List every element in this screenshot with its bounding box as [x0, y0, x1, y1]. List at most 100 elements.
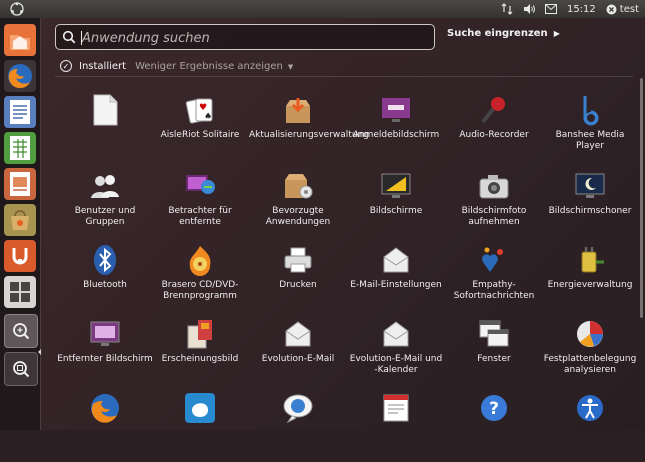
evolution-calendar-icon	[380, 318, 412, 350]
banshee-icon	[574, 94, 606, 126]
indicator-tray: 15:12 test	[501, 0, 639, 18]
launcher-writer[interactable]	[4, 96, 36, 128]
software-center-icon	[11, 210, 29, 230]
screensaver-icon	[574, 170, 606, 202]
brasero-icon	[184, 244, 216, 276]
app-label: Bildschirmfoto aufnehmen	[461, 206, 527, 227]
libreoffice-calc-icon	[10, 136, 30, 160]
preferred-apps-icon	[282, 170, 314, 202]
svg-text:?: ?	[489, 399, 499, 419]
app-label: Bevorzugte Anwendungen	[265, 206, 331, 227]
dash-overlay: Suche eingrenzen▶ ✓ Installiert Weniger …	[41, 18, 645, 430]
workspace-switcher-icon	[10, 282, 30, 302]
remote-viewer-icon	[184, 170, 216, 202]
remote-desktop-icon	[89, 318, 121, 350]
app-tile[interactable]: Bildschirmfoto aufnehmen	[445, 170, 543, 240]
app-label: Erscheinungsbild	[161, 354, 239, 364]
app-tile[interactable]: Fenster	[445, 318, 543, 388]
app-label: Benutzer und Gruppen	[74, 206, 136, 227]
launcher-ubuntu-one[interactable]	[4, 240, 36, 272]
login-screen-icon	[380, 94, 412, 126]
app-tile[interactable]: Betrachter für entfernte	[151, 170, 249, 240]
app-tile[interactable]: ?	[445, 392, 543, 462]
app-tile[interactable]: Aktualisierungsverwaltung	[249, 94, 369, 164]
app-tile[interactable]	[151, 392, 249, 462]
microphone-icon	[478, 94, 510, 126]
app-grid: ♥ ♠ AisleRiot Solitaire Aktualisierungsve…	[41, 18, 645, 430]
app-tile[interactable]	[249, 392, 347, 462]
empathy-icon	[478, 244, 510, 276]
app-tile[interactable]: Energieverwaltung	[541, 244, 639, 314]
launcher-applications-lens[interactable]	[4, 314, 38, 348]
launcher-files-lens[interactable]	[4, 352, 38, 386]
app-label: Drucken	[279, 280, 317, 290]
app-label: Bildschirmschoner	[548, 206, 632, 216]
libreoffice-writer-icon	[10, 100, 30, 124]
presentation-icon	[380, 392, 412, 424]
firefox-icon	[8, 64, 32, 89]
app-tile[interactable]: Brasero CD/DVD-Brennprogramm	[151, 244, 249, 314]
app-tile[interactable]: Drucken	[249, 244, 347, 314]
user-menu[interactable]: test	[606, 4, 639, 15]
network-icon[interactable]	[501, 3, 513, 15]
help-icon: ?	[478, 392, 510, 424]
app-label: Banshee Media Player	[555, 130, 625, 151]
mail-icon[interactable]	[544, 3, 557, 15]
app-tile[interactable]: Entfernter Bildschirm	[56, 318, 154, 388]
power-icon	[606, 4, 617, 14]
lens-files-icon	[13, 361, 30, 378]
firefox-icon	[89, 392, 121, 424]
libreoffice-icon	[89, 94, 121, 126]
volume-icon[interactable]	[523, 3, 535, 15]
launcher-workspaces[interactable]	[4, 276, 36, 308]
app-tile[interactable]	[347, 392, 445, 462]
users-icon	[89, 170, 121, 202]
app-tile[interactable]: Bluetooth	[56, 244, 154, 314]
ubuntu-logo-icon[interactable]	[10, 2, 24, 16]
chat-globe-icon	[282, 392, 314, 424]
mind-map-icon	[184, 392, 216, 424]
app-label: Empathy-Sofortnachrichten	[453, 280, 535, 301]
printer-icon	[282, 244, 314, 276]
launcher-calc[interactable]	[4, 132, 36, 164]
app-label: Evolution-E-Mail	[261, 354, 335, 364]
app-tile[interactable]: Evolution-E-Mail und -Kalender	[347, 318, 445, 388]
email-settings-icon	[380, 244, 412, 276]
app-tile[interactable]: Anmeldebildschirm	[347, 94, 445, 164]
launcher-software-center[interactable]	[4, 204, 36, 236]
app-tile[interactable]: Festplattenbelegung analysieren	[541, 318, 639, 388]
app-tile[interactable]	[541, 392, 639, 462]
app-tile[interactable]: Erscheinungsbild	[151, 318, 249, 388]
app-tile[interactable]: Empathy-Sofortnachrichten	[445, 244, 543, 314]
app-tile[interactable]: ♥ ♠ AisleRiot Solitaire	[151, 94, 249, 164]
app-label: E-Mail-Einstellungen	[350, 280, 442, 290]
app-tile[interactable]: Bildschirme	[347, 170, 445, 240]
launcher-firefox[interactable]	[4, 60, 36, 92]
launcher-home-folder[interactable]	[4, 24, 36, 56]
app-tile[interactable]	[56, 94, 154, 164]
clock[interactable]: 15:12	[567, 4, 596, 15]
cards-icon: ♥ ♠	[184, 94, 216, 126]
evolution-mail-icon	[282, 318, 314, 350]
update-manager-icon	[282, 94, 314, 126]
app-tile[interactable]	[56, 392, 154, 462]
power-manager-icon	[574, 244, 606, 276]
svg-text:♠: ♠	[204, 112, 212, 122]
app-tile[interactable]: E-Mail-Einstellungen	[347, 244, 445, 314]
app-tile[interactable]: Audio-Recorder	[445, 94, 543, 164]
home-folder-icon	[10, 35, 30, 50]
app-tile[interactable]: Evolution-E-Mail	[249, 318, 347, 388]
app-label: Fenster	[477, 354, 511, 364]
launcher-impress[interactable]	[4, 168, 36, 200]
app-label: Festplattenbelegung analysieren	[543, 354, 637, 375]
app-tile[interactable]: Benutzer und Gruppen	[56, 170, 154, 240]
app-label: Audio-Recorder	[459, 130, 529, 140]
app-label: Anmeldebildschirm	[352, 130, 440, 140]
app-tile[interactable]: Banshee Media Player	[541, 94, 639, 164]
app-label: Evolution-E-Mail und -Kalender	[349, 354, 443, 375]
disk-usage-icon	[574, 318, 606, 350]
app-label: Entfernter Bildschirm	[57, 354, 153, 364]
app-label: Bluetooth	[83, 280, 127, 290]
app-tile[interactable]: Bildschirmschoner	[541, 170, 639, 240]
app-tile[interactable]: Bevorzugte Anwendungen	[249, 170, 347, 240]
